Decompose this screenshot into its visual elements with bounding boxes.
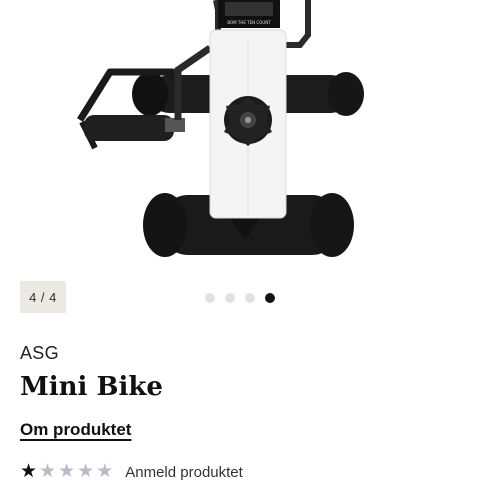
product-title: Mini Bike xyxy=(20,372,163,402)
gallery-dot-4[interactable] xyxy=(265,293,275,303)
gallery-pagination xyxy=(205,293,275,303)
about-product-link[interactable]: Om produktet xyxy=(20,420,131,440)
star-icon-5[interactable]: ★ xyxy=(96,461,113,480)
product-gallery[interactable]: BOM THE TEN COUNT xyxy=(0,0,480,284)
star-icon-2[interactable]: ★ xyxy=(39,461,56,480)
star-icon-3[interactable]: ★ xyxy=(58,461,75,480)
star-icon-4[interactable]: ★ xyxy=(77,461,94,480)
product-image[interactable]: BOM THE TEN COUNT xyxy=(0,0,480,284)
rating-row: ★ ★ ★ ★ ★ Anmeld produktet xyxy=(20,461,243,480)
star-icon-1[interactable]: ★ xyxy=(20,461,37,480)
gallery-dot-1[interactable] xyxy=(205,293,215,303)
gallery-counter: 4 / 4 xyxy=(20,281,66,313)
review-product-link[interactable]: Anmeld produktet xyxy=(125,464,243,480)
product-page: BOM THE TEN COUNT 4 / 4 ASG Mini Bike Om… xyxy=(0,0,480,480)
gallery-dot-2[interactable] xyxy=(225,293,235,303)
gallery-dot-3[interactable] xyxy=(245,293,255,303)
product-brand[interactable]: ASG xyxy=(20,343,59,364)
console-display-text: BOM THE TEN COUNT xyxy=(227,20,271,25)
